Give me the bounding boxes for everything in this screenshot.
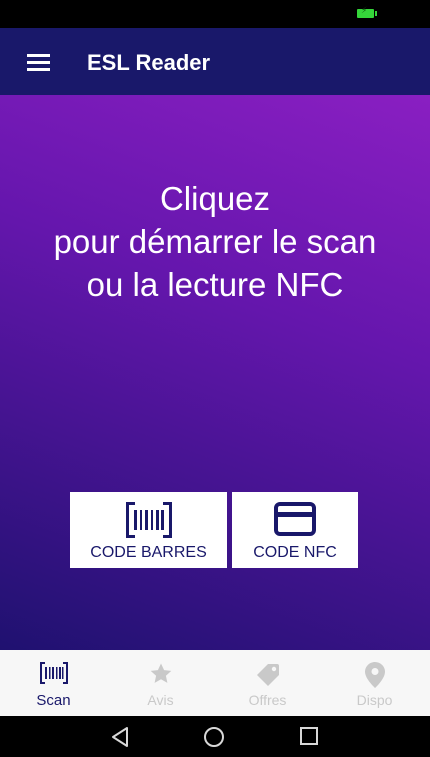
nav-item-dispo[interactable]: Dispo	[321, 650, 428, 716]
nfc-button-label: CODE NFC	[253, 544, 337, 561]
status-bar: ⚡	[0, 0, 430, 28]
barcode-scan-button[interactable]: CODE BARRES	[70, 492, 227, 568]
app-bar: ESL Reader	[0, 28, 430, 95]
nav-item-avis[interactable]: Avis	[107, 650, 214, 716]
system-navigation-bar	[0, 716, 430, 757]
nfc-scan-button[interactable]: CODE NFC	[232, 492, 358, 568]
battery-charging-icon: ⚡	[357, 6, 377, 18]
nav-item-scan[interactable]: Scan	[0, 650, 107, 716]
nav-label-avis: Avis	[147, 692, 174, 708]
barcode-icon	[125, 502, 172, 538]
bottom-navigation: Scan Avis Offres Dispo	[0, 650, 430, 716]
home-icon[interactable]	[203, 726, 225, 748]
back-icon[interactable]	[110, 726, 130, 748]
nav-label-scan: Scan	[36, 692, 71, 709]
app-title: ESL Reader	[87, 50, 211, 75]
main-panel: Cliquez pour démarrer le scan ou la lect…	[0, 95, 430, 650]
nav-label-offres: Offres	[248, 692, 287, 708]
prompt-line-2: pour démarrer le scan	[53, 223, 377, 260]
nav-label-dispo: Dispo	[356, 692, 393, 708]
app-screen: ⚡ ESL Reader Cliquez pour démarrer le sc…	[0, 0, 430, 757]
nav-item-offres[interactable]: Offres	[214, 650, 321, 716]
prompt-line-1: Cliquez	[159, 180, 271, 217]
scan-prompt: Cliquez pour démarrer le scan ou la lect…	[0, 177, 430, 306]
recents-icon[interactable]	[299, 726, 319, 746]
barcode-button-label: CODE BARRES	[90, 544, 207, 561]
tag-icon	[256, 664, 279, 686]
star-icon	[150, 663, 171, 683]
prompt-line-3: ou la lecture NFC	[86, 266, 344, 303]
location-pin-icon	[364, 662, 385, 688]
hamburger-menu-icon[interactable]	[27, 54, 50, 71]
card-icon	[274, 502, 316, 536]
barcode-icon	[39, 662, 68, 684]
